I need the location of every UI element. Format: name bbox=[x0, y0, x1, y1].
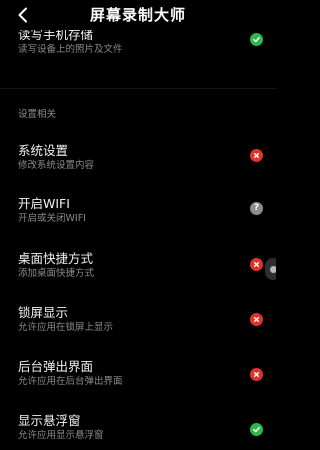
permission-title: 锁屏显示 bbox=[18, 305, 69, 320]
permission-title: 后台弹出界面 bbox=[18, 359, 94, 374]
close-icon bbox=[250, 368, 263, 381]
permission-list: 读写手机存储 读写设备上的照片及文件 设置相关 系统设置 修改系统设置内容 开启… bbox=[0, 0, 276, 450]
permission-subtitle: 读写设备上的照片及文件 bbox=[18, 44, 123, 55]
permission-settings-screen: 读写手机存储 读写设备上的照片及文件 设置相关 系统设置 修改系统设置内容 开启… bbox=[0, 0, 276, 450]
permission-subtitle: 修改系统设置内容 bbox=[18, 160, 95, 171]
close-icon bbox=[250, 258, 263, 271]
permission-item-lock-screen[interactable]: 锁屏显示 允许应用在锁屏上显示 bbox=[18, 305, 276, 349]
permission-item-storage[interactable]: 读写手机存储 读写设备上的照片及文件 bbox=[18, 27, 276, 71]
page-title: 屏幕录制大师 bbox=[89, 6, 186, 24]
permission-subtitle: 允许应用在锁屏上显示 bbox=[18, 322, 114, 333]
record-dot-icon bbox=[269, 265, 276, 273]
permission-title: 开启WIFI bbox=[18, 196, 70, 211]
permission-subtitle: 开启或关闭WIFI bbox=[18, 213, 86, 224]
check-icon bbox=[250, 423, 263, 436]
floating-ball-handle[interactable] bbox=[265, 258, 276, 280]
permission-title: 显示悬浮窗 bbox=[18, 413, 81, 428]
permission-title: 系统设置 bbox=[18, 143, 69, 158]
permission-item-system-settings[interactable]: 系统设置 修改系统设置内容 bbox=[18, 143, 276, 187]
permission-subtitle: 允许应用显示悬浮窗 bbox=[18, 430, 104, 441]
permission-item-background-popup[interactable]: 后台弹出界面 允许应用在后台弹出界面 bbox=[18, 359, 276, 403]
section-label-settings: 设置相关 bbox=[18, 109, 57, 120]
section-divider bbox=[0, 88, 276, 89]
permission-subtitle: 添加桌面快捷方式 bbox=[18, 268, 95, 279]
top-bar: 屏幕录制大师 bbox=[0, 0, 276, 30]
permission-item-desktop-shortcut[interactable]: 桌面快捷方式 添加桌面快捷方式 bbox=[18, 251, 276, 295]
question-mark-icon: ? bbox=[250, 202, 263, 215]
permission-subtitle: 允许应用在后台弹出界面 bbox=[18, 376, 123, 387]
permission-item-floating-window[interactable]: 显示悬浮窗 允许应用显示悬浮窗 bbox=[18, 413, 276, 450]
check-icon bbox=[250, 33, 263, 46]
close-icon bbox=[250, 149, 263, 162]
close-icon bbox=[250, 313, 263, 326]
permission-item-wifi[interactable]: 开启WIFI 开启或关闭WIFI ? bbox=[18, 196, 276, 240]
permission-title: 桌面快捷方式 bbox=[18, 251, 94, 266]
